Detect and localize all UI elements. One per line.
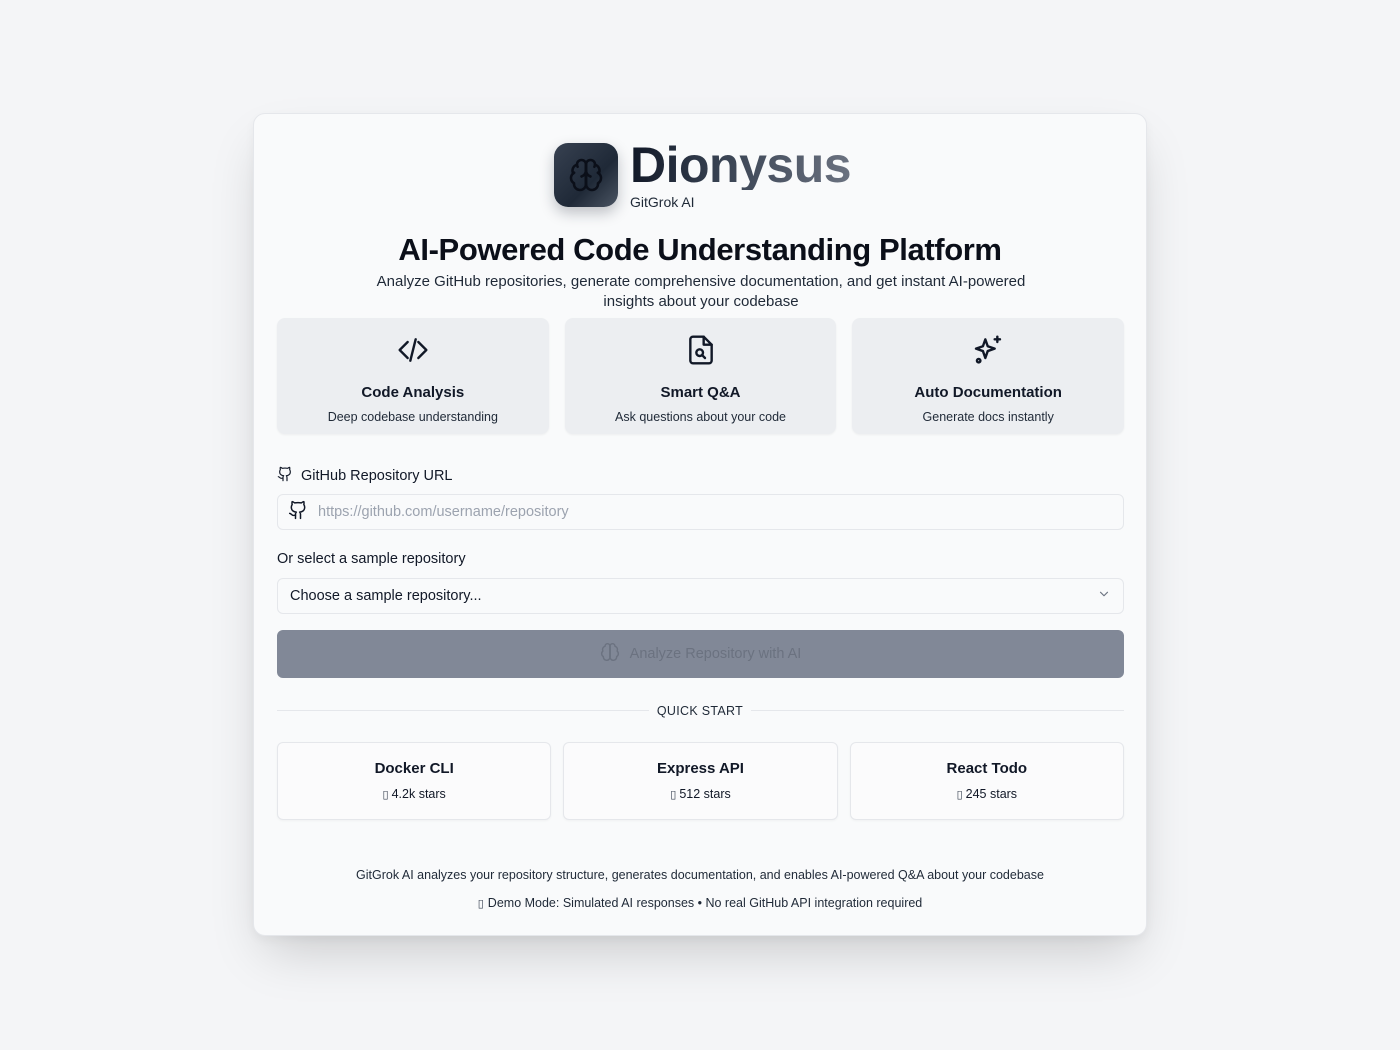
quick-start-express-api[interactable]: Express API ▯ 512 stars [563, 742, 838, 820]
sample-repo-select[interactable]: Choose a sample repository... [277, 578, 1124, 614]
star-icon: ▯ [956, 788, 963, 801]
sample-repo-selected: Choose a sample repository... [290, 588, 482, 604]
quick-start-stars-text: 245 stars [965, 787, 1018, 801]
feature-card-code-analysis: Code Analysis Deep codebase understandin… [277, 318, 549, 434]
feature-description: Ask questions about your code [615, 410, 786, 424]
feature-card-auto-documentation: Auto Documentation Generate docs instant… [852, 318, 1125, 434]
sample-repo-label: Or select a sample repository [277, 551, 466, 567]
feature-list: Code Analysis Deep codebase understandin… [277, 318, 1125, 434]
quick-start-stars: ▯ 512 stars [670, 787, 730, 801]
repo-url-label-text: GitHub Repository URL [301, 468, 453, 484]
quick-start-docker-cli[interactable]: Docker CLI ▯ 4.2k stars [277, 742, 552, 820]
quick-start-stars: ▯ 245 stars [957, 787, 1017, 801]
feature-title: Smart Q&A [660, 384, 741, 401]
footer-description: GitGrok AI analyzes your repository stru… [356, 868, 1044, 882]
main-card: Dionysus GitGrok AI AI-Powered Code Unde… [253, 113, 1147, 936]
quick-start-react-todo[interactable]: React Todo ▯ 245 stars [849, 742, 1124, 820]
info-icon: ▯ [477, 897, 484, 910]
chevron-down-icon [1097, 587, 1111, 605]
quick-start-heading: QUICK START [254, 702, 1146, 720]
star-icon: ▯ [670, 788, 677, 801]
repo-url-input[interactable] [318, 504, 1123, 520]
quick-start-label: QUICK START [648, 704, 752, 718]
page-description: Analyze GitHub repositories, generate co… [376, 273, 1026, 310]
github-icon [288, 500, 308, 525]
brain-icon [554, 143, 618, 207]
brain-icon [600, 642, 620, 666]
sparkles-icon [972, 334, 1004, 366]
quick-start-name: Express API [656, 760, 744, 777]
analyze-repository-button[interactable]: Analyze Repository with AI [277, 630, 1124, 678]
feature-description: Deep codebase understanding [327, 410, 498, 424]
brand-name: Dionysus [630, 137, 852, 193]
page-title: AI-Powered Code Understanding Platform [398, 232, 1002, 267]
feature-title: Auto Documentation [914, 384, 1062, 401]
brand-subtitle: GitGrok AI [630, 194, 695, 210]
code-icon [397, 334, 429, 366]
star-icon: ▯ [382, 788, 389, 801]
footer-demo-note: ▯ Demo Mode: Simulated AI responses • No… [254, 896, 1146, 910]
quick-start-name: React Todo [946, 760, 1028, 777]
quick-start-stars: ▯ 4.2k stars [383, 787, 446, 801]
analyze-button-label: Analyze Repository with AI [629, 646, 802, 662]
quick-start-stars-text: 512 stars [679, 787, 731, 801]
footer-demo-note-text: Demo Mode: Simulated AI responses • No r… [487, 896, 923, 910]
quick-start-name: Docker CLI [374, 760, 454, 777]
quick-start-list: Docker CLI ▯ 4.2k stars Express API ▯ 51… [277, 742, 1124, 820]
repo-url-label: GitHub Repository URL [277, 466, 453, 486]
github-icon [277, 466, 293, 486]
brand-header: Dionysus GitGrok AI [554, 137, 852, 210]
file-search-icon [685, 334, 717, 366]
repo-url-field[interactable] [277, 494, 1124, 530]
feature-card-smart-qa: Smart Q&A Ask questions about your code [564, 318, 837, 434]
feature-title: Code Analysis [361, 384, 465, 401]
feature-description: Generate docs instantly [922, 410, 1054, 424]
quick-start-stars-text: 4.2k stars [391, 787, 446, 801]
